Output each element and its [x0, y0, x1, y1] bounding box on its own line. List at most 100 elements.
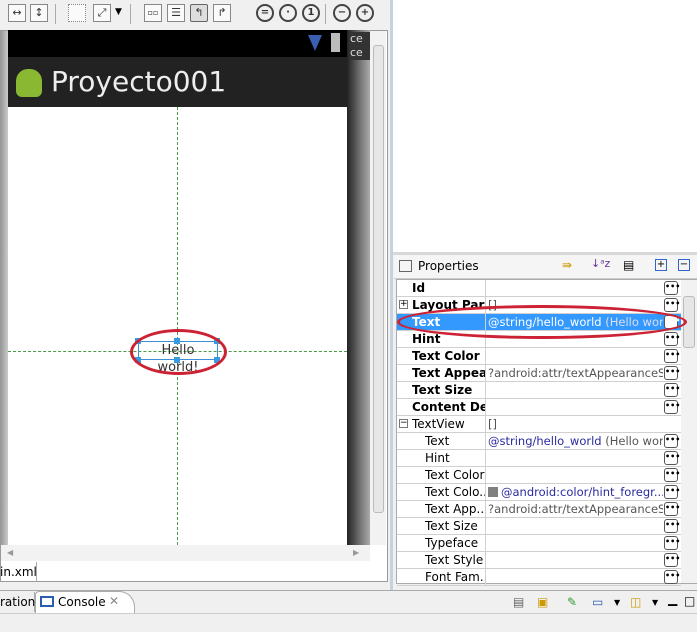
clear-console-icon[interactable]: ▤ [513, 595, 524, 609]
fit-height-icon[interactable]: ↕ [30, 4, 48, 22]
property-row[interactable]: Text Size ••• [397, 382, 681, 399]
value-text: ?android:attr/textAppearanceS... [488, 502, 663, 516]
ellipsis-button[interactable]: ••• [664, 400, 680, 414]
property-value[interactable]: ?android:attr/textAppearanceS... [488, 501, 663, 517]
property-row[interactable]: Text App... ?android:attr/textAppearanceS… [397, 501, 681, 518]
annotation-ellipse [130, 329, 227, 375]
value-text: @android:color/hint_foregr... [501, 485, 663, 499]
property-name: Text Appea... [397, 365, 486, 382]
horizontal-scrollbar[interactable]: ◀ ▶ [1, 545, 370, 561]
color-swatch [488, 487, 498, 497]
android-logo-icon [16, 69, 42, 97]
zoom-out-icon[interactable]: − [333, 4, 351, 22]
layout-d-icon[interactable]: ↱ [213, 4, 231, 22]
property-row[interactable]: Font Fam... ••• [397, 569, 681, 586]
advanced-icon[interactable]: ▤ [623, 258, 634, 272]
ellipsis-button[interactable]: ••• [664, 502, 680, 516]
layout-a-icon[interactable]: ▫▫ [144, 4, 162, 22]
property-name: Content De... [397, 399, 486, 416]
property-row[interactable]: Typeface ••• [397, 535, 681, 552]
battery-icon [331, 33, 340, 52]
ellipsis-button[interactable]: ••• [664, 553, 680, 567]
zoom-real-icon[interactable]: · [279, 4, 297, 22]
ellipsis-button[interactable]: ••• [664, 349, 680, 363]
scrollbar-thumb[interactable] [373, 45, 384, 513]
outline-view [393, 0, 697, 252]
properties-title: Properties [418, 259, 479, 273]
status-bar [8, 30, 347, 57]
editor-tab-main-xml[interactable]: in.xml [0, 562, 37, 582]
ellipsis-button[interactable]: ••• [664, 332, 680, 346]
zoom-in-icon[interactable]: + [356, 4, 374, 22]
tab-configuration[interactable]: ration [0, 592, 35, 612]
ellipsis-button[interactable]: ••• [664, 383, 680, 397]
ellipsis-button[interactable]: ••• [664, 366, 680, 380]
fit-icon[interactable]: ⤢ [93, 4, 111, 22]
property-value[interactable]: [] [488, 416, 663, 432]
filter-icon[interactable]: ⇛ [562, 258, 572, 272]
property-name: Text Colo... [397, 484, 486, 501]
property-row[interactable]: − TextView[] [397, 416, 681, 433]
property-name: Text Style [397, 552, 486, 569]
layout-b-icon[interactable]: ☰ [167, 4, 185, 22]
zoom-fit-icon[interactable]: = [256, 4, 274, 22]
property-row[interactable]: Id ••• [397, 280, 681, 297]
annotation-ellipse [397, 305, 687, 339]
ellipsis-button[interactable]: ••• [664, 536, 680, 550]
property-name: Typeface [397, 535, 486, 552]
dropdown-icon[interactable]: ▼ [614, 598, 620, 607]
property-value[interactable]: @string/hello_world (Hello wor... [488, 433, 663, 449]
vertical-scrollbar[interactable] [370, 31, 386, 545]
canvas-margin [1, 31, 8, 545]
sort-az-icon[interactable]: ↓ᵃz [591, 257, 610, 270]
property-row[interactable]: Hint ••• [397, 450, 681, 467]
value-text: @string/hello_world [488, 434, 602, 448]
new-console-icon[interactable]: ◫ [630, 595, 641, 609]
select-icon[interactable] [68, 4, 86, 22]
property-row[interactable]: Text Color ••• [397, 348, 681, 365]
dropdown-icon[interactable]: ▼ [652, 598, 658, 607]
separator [130, 4, 131, 24]
ellipsis-button[interactable]: ••• [664, 485, 680, 499]
display-console-icon[interactable]: ▭ [592, 595, 603, 609]
properties-header: Properties ⇛ ↓ᵃz ▤ + − [394, 255, 697, 279]
zoom-100-icon[interactable]: 1 [302, 4, 320, 22]
expand-all-icon[interactable]: + [655, 259, 667, 271]
property-row[interactable]: Text@string/hello_world (Hello wor...••• [397, 433, 681, 450]
property-name: Hint [397, 450, 486, 467]
ellipsis-button[interactable]: ••• [664, 298, 680, 312]
ellipsis-button[interactable]: ••• [664, 434, 680, 448]
fit-width-icon[interactable]: ↔ [8, 4, 26, 22]
close-icon[interactable]: ✕ [109, 594, 119, 608]
tab-console[interactable]: Console ✕ [35, 591, 135, 613]
property-row[interactable]: Content De... ••• [397, 399, 681, 416]
separator [325, 4, 326, 24]
layout-c-icon[interactable]: ↰ [190, 4, 208, 22]
property-name: Text Color [397, 348, 486, 365]
property-row[interactable]: Text Color ••• [397, 467, 681, 484]
property-name: Text [397, 433, 486, 450]
scroll-lock-icon[interactable]: ▣ [537, 595, 548, 609]
property-value[interactable]: @android:color/hint_foregr... [488, 484, 663, 500]
property-row[interactable]: Text Style ••• [397, 552, 681, 569]
overflow-text: ce ce [350, 32, 370, 60]
collapse-all-icon[interactable]: − [678, 259, 690, 271]
property-row[interactable]: Text Size ••• [397, 518, 681, 535]
property-value[interactable]: ?android:attr/textAppearanceS... [488, 365, 663, 381]
property-name: Font Fam... [397, 569, 486, 586]
property-row[interactable]: Text Appea...?android:attr/textAppearanc… [397, 365, 681, 382]
device-frame-edge: ce ce [347, 30, 370, 545]
ellipsis-button[interactable]: ••• [664, 468, 680, 482]
ellipsis-button[interactable]: ••• [664, 519, 680, 533]
pin-console-icon[interactable]: ✎ [567, 595, 577, 609]
dropdown-icon[interactable]: ▼ [115, 7, 122, 17]
maximize-icon[interactable]: □ [684, 594, 695, 608]
ellipsis-button[interactable]: ••• [664, 281, 680, 295]
ellipsis-button[interactable]: ••• [664, 451, 680, 465]
value-text: ?android:attr/textAppearanceS... [488, 366, 663, 380]
property-row[interactable]: Text Colo... @android:color/hint_foregr..… [397, 484, 681, 501]
ellipsis-button[interactable]: ••• [664, 570, 680, 584]
signal-icon [308, 35, 322, 51]
minimize-icon[interactable]: ▁ [668, 592, 677, 606]
value-text: [] [488, 417, 497, 431]
